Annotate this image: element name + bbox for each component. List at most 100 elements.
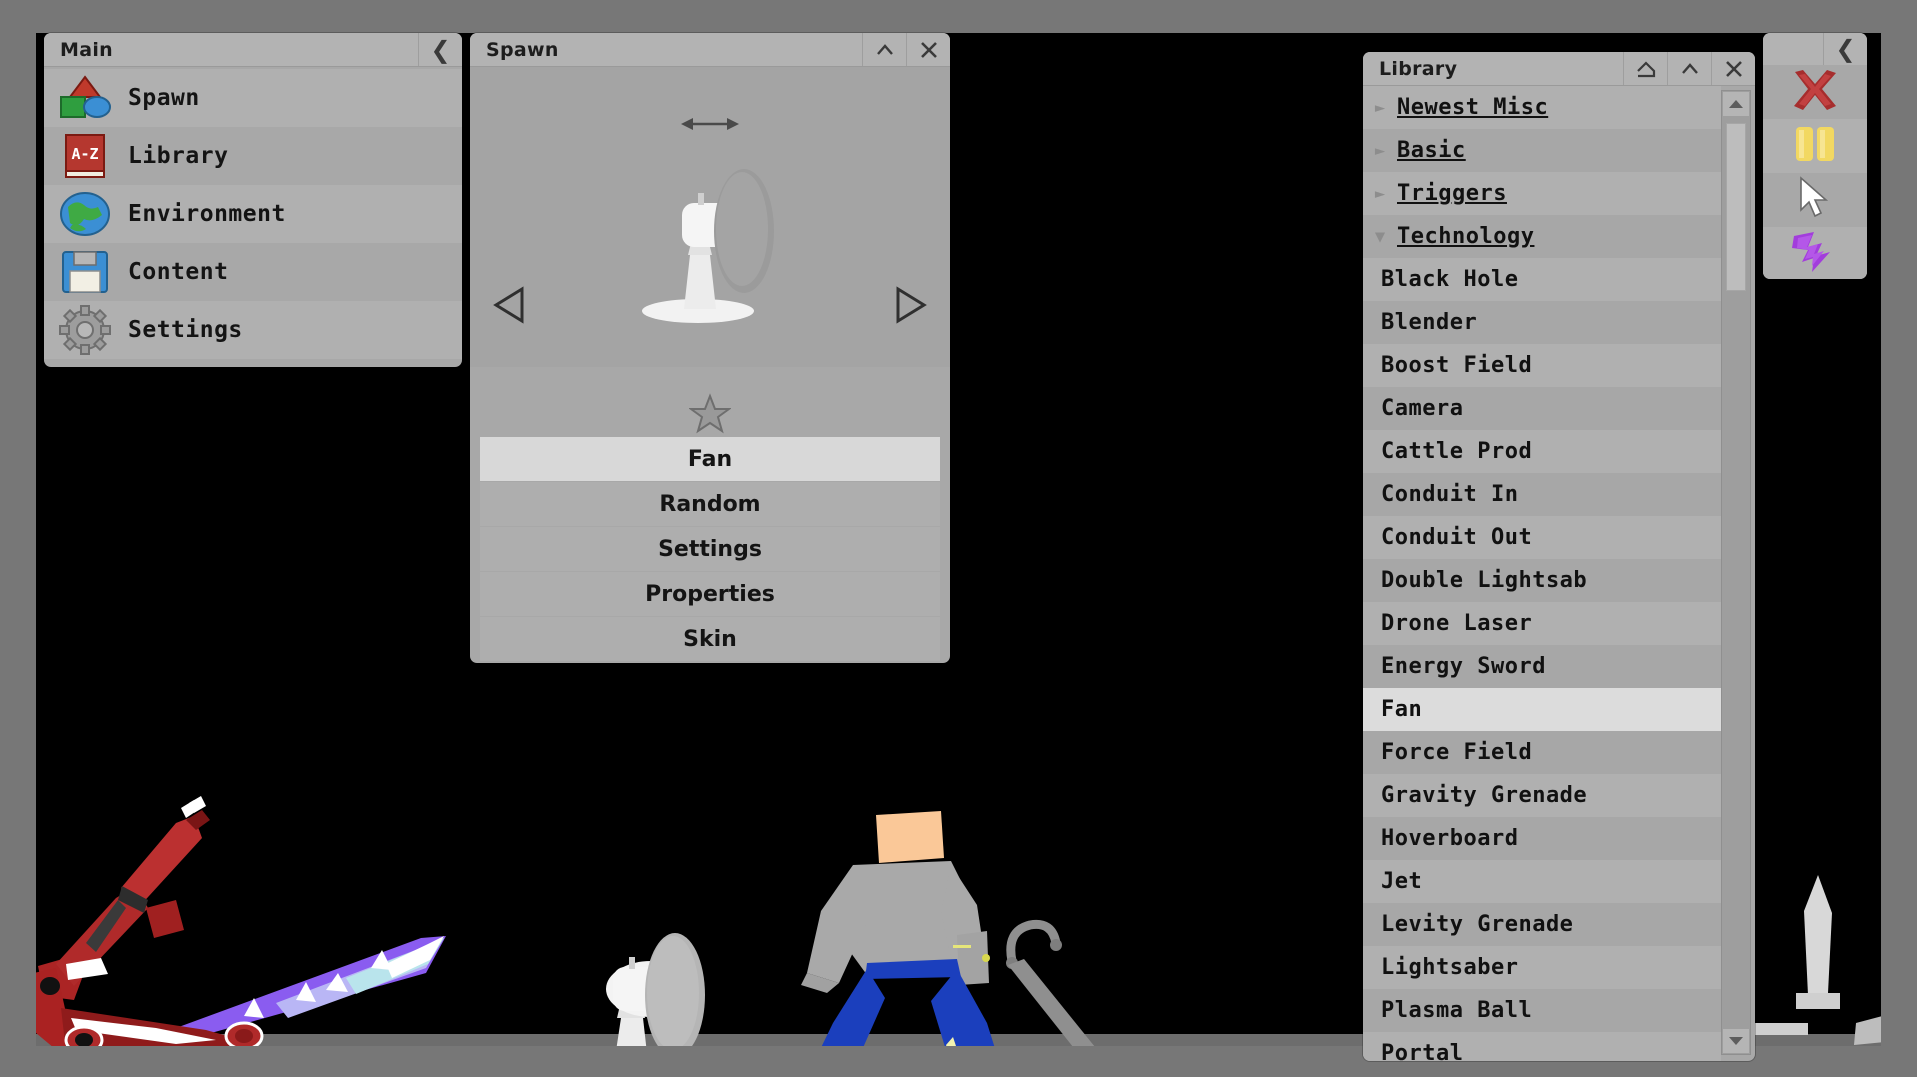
library-item[interactable]: Boost Field [1363, 344, 1721, 387]
library-list[interactable]: ► Newest Misc ► Basic ► Triggers ▼ Techn… [1363, 86, 1721, 1061]
scroll-up-arrow-icon[interactable] [1723, 92, 1749, 116]
library-scrollbar[interactable] [1721, 90, 1751, 1055]
library-item[interactable]: Cattle Prod [1363, 430, 1721, 473]
library-item[interactable]: Conduit In [1363, 473, 1721, 516]
spawn-panel-title-buttons [862, 33, 950, 66]
library-item-label: Cattle Prod [1381, 439, 1533, 464]
library-panel-title-buttons [1623, 52, 1755, 85]
menu-item-content[interactable]: Content [44, 243, 462, 301]
red-x-icon [1789, 68, 1841, 116]
menu-item-environment[interactable]: Environment [44, 185, 462, 243]
library-item[interactable]: Black Hole [1363, 258, 1721, 301]
app-root: Main ❮ Spawn A-Z Library Environment Con… [0, 0, 1917, 1077]
chevron-left-icon[interactable]: ❮ [1823, 33, 1867, 65]
library-item[interactable]: Portal [1363, 1032, 1721, 1061]
main-panel-title-buttons: ❮ [418, 33, 462, 66]
white-cursor-icon [1795, 176, 1835, 224]
library-item-label: Gravity Grenade [1381, 783, 1588, 808]
home-icon[interactable] [1623, 52, 1667, 85]
cattle-prod [1006, 919, 1095, 1046]
spawn-button-skin[interactable]: Skin [480, 617, 940, 661]
bolt-tool-button[interactable] [1763, 227, 1867, 279]
library-category-newest-misc[interactable]: ► Newest Misc [1363, 86, 1721, 129]
library-item[interactable]: Jet [1363, 860, 1721, 903]
library-item[interactable]: Camera [1363, 387, 1721, 430]
library-item[interactable]: Conduit Out [1363, 516, 1721, 559]
library-item[interactable]: Drone Laser [1363, 602, 1721, 645]
scroll-down-arrow-icon[interactable] [1723, 1029, 1749, 1053]
globe-icon [54, 189, 116, 239]
scrollbar-thumb[interactable] [1726, 123, 1746, 291]
spawn-panel: Spawn Fan Random Settings Properties Ski… [470, 33, 950, 663]
library-category-technology[interactable]: ▼ Technology [1363, 215, 1721, 258]
library-item[interactable]: Force Field [1363, 731, 1721, 774]
library-item-selected[interactable]: Fan [1363, 688, 1721, 731]
library-item[interactable]: Hoverboard [1363, 817, 1721, 860]
menu-item-library[interactable]: A-Z Library [44, 127, 462, 185]
shapes-icon [54, 73, 116, 123]
library-category-label: Newest Misc [1397, 95, 1549, 120]
library-item-label: Fan [1381, 697, 1423, 722]
library-item-label: Blender [1381, 310, 1478, 335]
main-menu-list: Spawn A-Z Library Environment Content Se… [44, 67, 462, 361]
library-category-label: Triggers [1397, 181, 1507, 206]
library-panel-title: Library [1379, 57, 1458, 80]
triangle-right-icon: ► [1374, 97, 1386, 118]
spawn-button-properties[interactable]: Properties [480, 572, 940, 616]
spawn-button-settings[interactable]: Settings [480, 527, 940, 571]
library-item-label: Conduit In [1381, 482, 1519, 507]
library-item-label: Jet [1381, 869, 1423, 894]
close-icon[interactable] [1711, 52, 1755, 85]
energy-sword [176, 936, 446, 1040]
library-item-label: Black Hole [1381, 267, 1519, 292]
library-item[interactable]: Plasma Ball [1363, 989, 1721, 1032]
spawn-panel-titlebar: Spawn [470, 33, 950, 67]
floppy-disk-icon [54, 247, 116, 297]
triangle-right-icon: ► [1374, 140, 1386, 161]
main-panel-titlebar: Main ❮ [44, 33, 462, 67]
close-icon[interactable] [906, 33, 950, 66]
library-item[interactable]: Levity Grenade [1363, 903, 1721, 946]
chevron-up-icon[interactable] [1667, 52, 1711, 85]
triangle-down-icon: ▼ [1374, 226, 1386, 247]
star-icon[interactable] [687, 393, 733, 439]
menu-item-settings[interactable]: Settings [44, 301, 462, 359]
library-category-basic[interactable]: ► Basic [1363, 129, 1721, 172]
main-panel-title: Main [60, 38, 113, 61]
chevron-up-icon[interactable] [862, 33, 906, 66]
library-item-label: Energy Sword [1381, 654, 1546, 679]
right-toolbar-panel: ❮ [1763, 33, 1867, 279]
library-category-label: Technology [1397, 224, 1535, 249]
library-item[interactable]: Gravity Grenade [1363, 774, 1721, 817]
triangle-left-icon[interactable] [492, 285, 526, 329]
library-panel: Library ► Newest Misc ► Basic ► Triggers… [1363, 52, 1755, 1061]
spawn-preview-model [642, 169, 774, 323]
red-scooter [36, 796, 446, 1046]
yellow-pause-icon [1792, 124, 1838, 168]
library-item[interactable]: Lightsaber [1363, 946, 1721, 989]
library-item[interactable]: Blender [1363, 301, 1721, 344]
library-item-label: Portal [1381, 1041, 1464, 1061]
library-category-triggers[interactable]: ► Triggers [1363, 172, 1721, 215]
library-item-label: Plasma Ball [1381, 998, 1533, 1023]
library-item-label: Force Field [1381, 740, 1533, 765]
library-item-label: Lightsaber [1381, 955, 1519, 980]
library-item-label: Hoverboard [1381, 826, 1519, 851]
spawn-button-random[interactable]: Random [480, 482, 940, 526]
select-tool-button[interactable] [1763, 173, 1867, 227]
menu-item-label: Content [128, 259, 229, 285]
delete-tool-button[interactable] [1763, 65, 1867, 119]
menu-item-label: Spawn [128, 85, 200, 111]
library-item[interactable]: Double Lightsab [1363, 559, 1721, 602]
pause-tool-button[interactable] [1763, 119, 1867, 173]
spawn-preview-area[interactable] [470, 67, 950, 367]
library-item-label: Boost Field [1381, 353, 1533, 378]
spawn-button-current-object[interactable]: Fan [480, 437, 940, 481]
right-toolbar-titlebar: ❮ [1763, 33, 1867, 65]
triangle-right-icon[interactable] [894, 285, 928, 329]
chevron-left-icon[interactable]: ❮ [418, 33, 462, 66]
menu-item-spawn[interactable]: Spawn [44, 69, 462, 127]
library-category-label: Basic [1397, 138, 1466, 163]
library-item-label: Camera [1381, 396, 1464, 421]
library-item[interactable]: Energy Sword [1363, 645, 1721, 688]
